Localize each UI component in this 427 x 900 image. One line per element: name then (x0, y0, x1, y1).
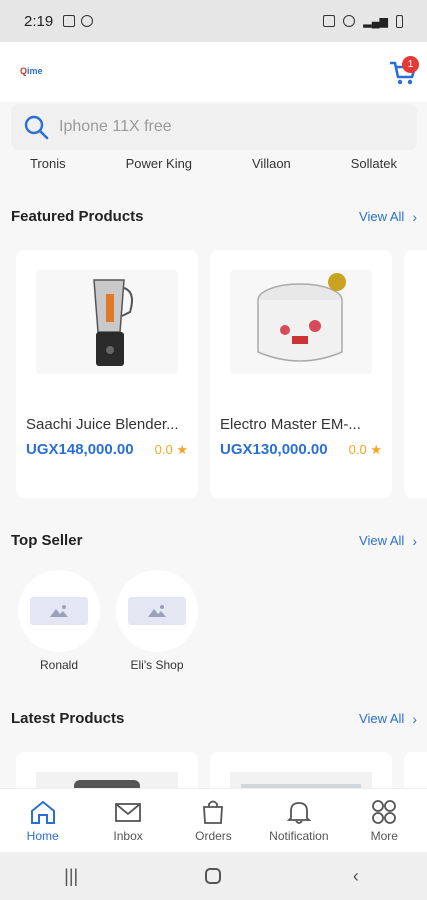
app-header: Qime 1 (0, 42, 427, 102)
bag-icon (203, 800, 224, 824)
product-card[interactable] (404, 250, 427, 498)
chevron-right-icon: › (412, 208, 417, 225)
home-icon (30, 800, 55, 824)
mail-icon (115, 802, 141, 822)
blender-icon (93, 279, 133, 366)
chevron-right-icon: › (412, 710, 417, 727)
battery-icon (396, 14, 403, 28)
top-seller-title: Top Seller (11, 532, 83, 549)
gallery-icon (63, 15, 76, 27)
brand-item[interactable]: Villaon (252, 156, 291, 178)
star-icon: ★ (176, 442, 188, 457)
product-image (36, 270, 178, 374)
nav-home[interactable]: Home (3, 799, 83, 843)
search-input[interactable] (59, 118, 379, 136)
product-image (230, 270, 372, 374)
product-card[interactable]: Electro Master EM-... UGX130,000.00 0.0 … (210, 250, 392, 498)
seller-name: Eli's Shop (130, 658, 184, 672)
product-price: UGX148,000.00 (26, 441, 134, 458)
brand-item[interactable]: Tronis (30, 156, 66, 178)
seller-name: Ronald (39, 658, 79, 672)
brand-item[interactable]: Power King (126, 156, 192, 178)
top-seller-list: Ronald Eli's Shop (18, 570, 198, 672)
latest-title: Latest Products (11, 710, 125, 727)
featured-title: Featured Products (11, 208, 144, 225)
featured-view-all[interactable]: View All › (359, 209, 417, 225)
cart-badge: 1 (402, 56, 419, 73)
status-time: 2:19 (24, 12, 54, 30)
bell-icon (286, 801, 312, 824)
product-rating: 0.0 ★ (348, 442, 382, 457)
chevron-right-icon: › (412, 532, 417, 549)
product-card[interactable] (210, 752, 392, 792)
featured-header: Featured Products View All › (11, 208, 417, 225)
nav-orders[interactable]: Orders (173, 799, 253, 843)
seller-avatar (116, 570, 198, 652)
status-bar: 2:19 ▂▄▆ (0, 0, 427, 42)
home-button-icon[interactable] (193, 861, 233, 891)
search-icon (24, 115, 49, 140)
search-bar[interactable] (11, 104, 417, 150)
product-price: UGX130,000.00 (220, 441, 328, 458)
latest-header: Latest Products View All › (11, 710, 417, 727)
product-card[interactable] (16, 752, 198, 792)
product-card[interactable] (404, 752, 427, 792)
star-icon: ★ (370, 442, 382, 457)
recent-apps-icon[interactable]: ||| (51, 861, 91, 891)
lock-icon (323, 15, 336, 27)
product-name: Electro Master EM-... (220, 416, 361, 433)
seller-item[interactable]: Ronald (18, 570, 100, 672)
system-nav-bar: ||| ‹ (0, 852, 427, 900)
bottom-nav: Home Inbox Orders Notification More (0, 788, 427, 852)
brand-item[interactable]: Sollatek (351, 156, 397, 178)
app-logo[interactable]: Qime (20, 66, 43, 76)
seller-item[interactable]: Eli's Shop (116, 570, 198, 672)
brand-list: Tronis Power King Villaon Sollatek (0, 156, 427, 178)
product-name: Saachi Juice Blender... (26, 416, 179, 433)
product-card[interactable]: Saachi Juice Blender... UGX148,000.00 0.… (16, 250, 198, 498)
latest-view-all[interactable]: View All › (359, 711, 417, 727)
image-placeholder-icon (50, 605, 68, 617)
grid-icon (372, 799, 397, 824)
seller-avatar (18, 570, 100, 652)
top-seller-header: Top Seller View All › (11, 532, 417, 549)
whatsapp-icon (81, 15, 94, 27)
nav-inbox[interactable]: Inbox (88, 799, 168, 843)
signal-icon: ▂▄▆ (363, 15, 388, 28)
featured-products-list: Saachi Juice Blender... UGX148,000.00 0.… (16, 250, 427, 500)
top-seller-view-all[interactable]: View All › (359, 533, 417, 549)
product-rating: 0.0 ★ (154, 442, 188, 457)
image-placeholder-icon (148, 605, 166, 617)
nav-notification[interactable]: Notification (259, 799, 339, 843)
back-icon[interactable]: ‹ (336, 861, 376, 891)
hotspot-icon (343, 15, 356, 27)
rice-cooker-icon (257, 273, 346, 362)
latest-products-list (16, 752, 427, 792)
nav-more[interactable]: More (344, 799, 424, 843)
